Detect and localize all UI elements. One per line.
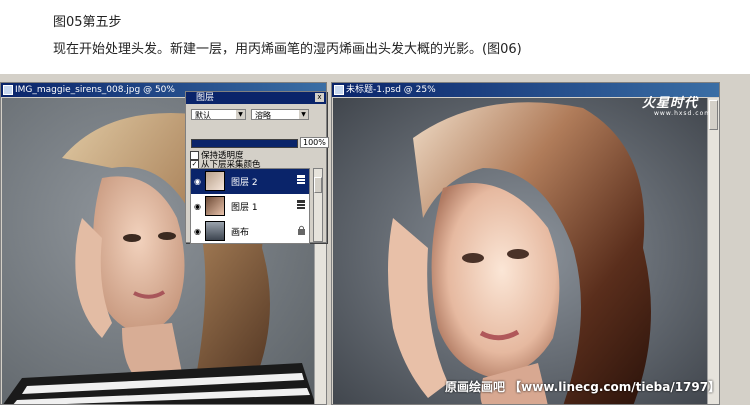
site-logo: 火星时代 www.hxsd.com <box>642 92 734 118</box>
eye-icon[interactable]: ◉ <box>193 177 202 186</box>
layer-name: 图层 2 <box>231 178 258 188</box>
layer-row[interactable]: ◉ 图层 1 <box>191 194 309 219</box>
screenshot-area: IMG_maggie_sirens_008.jpg @ 50% 图层 x 默认 … <box>0 74 750 405</box>
caption-text: 现在开始处理头发。新建一层，用丙烯画笔的湿丙烯画出头发大概的光影。(图06) <box>53 42 522 57</box>
layer-thumbnail <box>205 171 225 191</box>
layers-palette-title: 图层 <box>196 93 215 103</box>
blend-mode-value: 默认 <box>195 111 211 120</box>
chevron-down-icon: ▼ <box>299 110 308 119</box>
layers-scrollbar[interactable] <box>313 168 323 242</box>
layer-thumbnail <box>205 221 225 241</box>
layer-stack-icon <box>297 175 305 184</box>
right-window-title: 未标题-1.psd @ 25% <box>346 85 436 95</box>
layer-row[interactable]: ◉ 画布 <box>191 219 309 243</box>
close-icon[interactable]: x <box>315 93 324 102</box>
document-icon <box>3 85 13 95</box>
layer-row[interactable]: ◉ 图层 2 <box>191 169 309 194</box>
chevron-down-icon: ▼ <box>236 110 245 119</box>
eye-icon[interactable]: ◉ <box>193 202 202 211</box>
opacity-slider[interactable] <box>191 139 298 148</box>
composite-method-select[interactable]: 溶略 ▼ <box>251 109 309 120</box>
logo-text: 火星时代 <box>642 96 699 111</box>
painting-image <box>333 98 707 404</box>
layers-palette[interactable]: 图层 x 默认 ▼ 溶略 ▼ 100% 保持透明度 ✓ 从下层采集颜色 ◉ 图层 … <box>185 91 329 244</box>
logo-subtext: www.hxsd.com <box>654 110 712 117</box>
layer-thumbnail <box>205 196 225 216</box>
left-window-title: IMG_maggie_sirens_008.jpg @ 50% <box>15 85 175 95</box>
layer-name: 画布 <box>231 228 250 238</box>
composite-method-value: 溶略 <box>255 111 271 120</box>
blend-mode-select[interactable]: 默认 ▼ <box>191 109 246 120</box>
document-icon <box>334 85 344 95</box>
opacity-value[interactable]: 100% <box>300 137 329 148</box>
layers-palette-header[interactable]: 图层 x <box>186 92 326 104</box>
watermark-text: 原画绘画吧 【www.linecg.com/tieba/1797】 <box>445 380 721 394</box>
caption-title: 图05第五步 <box>53 15 122 30</box>
layer-stack-icon <box>297 200 305 209</box>
layers-list[interactable]: ◉ 图层 2 ◉ 图层 1 ◉ 画布 <box>190 168 310 244</box>
painting-canvas[interactable] <box>333 98 707 404</box>
right-vertical-scrollbar[interactable] <box>707 98 719 404</box>
lock-icon <box>298 225 305 235</box>
layer-name: 图层 1 <box>231 203 258 213</box>
painting-window[interactable]: 未标题-1.psd @ 25% <box>331 82 720 405</box>
eye-icon[interactable]: ◉ <box>193 227 202 236</box>
